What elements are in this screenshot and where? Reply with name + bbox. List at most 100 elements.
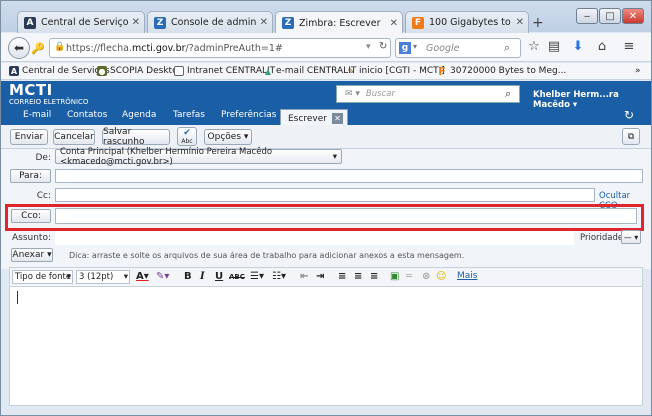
smiley-icon[interactable]: ☺ (436, 271, 446, 282)
indent-icon[interactable]: ⇥ (316, 271, 324, 282)
search-icon[interactable]: ⌕ (505, 87, 511, 101)
google-icon[interactable]: g (399, 42, 411, 54)
app-logo: MCTI (9, 81, 53, 99)
bookmark-label: e-mail CENTRALIT (276, 66, 357, 76)
font-family-select[interactable]: Tipo de fonte ▾ (12, 270, 73, 284)
italic-icon[interactable]: I (200, 271, 205, 282)
bookmark-intranet[interactable]: Intranet CENTRALIT (174, 66, 275, 76)
browser-tab-gigabytes[interactable]: F 100 Gigabytes to Mega... ✕ (405, 11, 529, 33)
chevron-down-icon: ▾ (66, 272, 71, 282)
align-left-icon[interactable]: ≡ (338, 271, 346, 282)
cancel-button[interactable]: Cancelar (53, 129, 95, 145)
close-window-button[interactable]: ✕ (622, 8, 644, 24)
to-field[interactable] (55, 169, 643, 183)
tab-escrever[interactable]: Escrever ✕ (280, 109, 348, 125)
cc-label[interactable]: Cc: (11, 191, 51, 201)
close-tab-icon[interactable]: ✕ (516, 17, 524, 28)
menu-icon[interactable]: ≡ (621, 39, 637, 54)
search-bar[interactable]: g ▾ Google ⌕ (395, 38, 521, 58)
star-icon[interactable]: ☆ (526, 39, 542, 54)
clipboard-icon[interactable]: ▤ (546, 39, 562, 54)
save-draft-button[interactable]: Salvar rascunho (102, 127, 170, 147)
tab-tarefas[interactable]: Tarefas (173, 110, 205, 120)
outdent-icon[interactable]: ⇤ (300, 271, 308, 282)
font-family-value: Tipo de fonte (15, 272, 72, 282)
tab-email[interactable]: E-mail (23, 110, 51, 120)
minimize-button[interactable]: ‒ (576, 8, 598, 24)
chevron-down-icon: ▾ (47, 250, 52, 260)
bold-icon[interactable]: B (184, 271, 192, 282)
text-color-icon[interactable]: A▾ (136, 271, 149, 282)
bookmark-inicio-cgti[interactable]: ✎ inicio [CGTI - MCTI] (346, 66, 445, 76)
bookmarks-overflow-icon[interactable]: » (635, 66, 641, 76)
numbered-list-icon[interactable]: ☷▾ (272, 271, 286, 282)
new-tab-button[interactable]: + (532, 15, 544, 31)
cc-field[interactable] (55, 188, 595, 202)
bookmark-central-servicos[interactable]: A Central de Serviços (9, 66, 110, 76)
search-icon[interactable]: ⌕ (504, 41, 510, 55)
insert-image-icon[interactable]: ▣ (390, 271, 399, 282)
highlight-icon[interactable]: ✎▾ (156, 271, 169, 282)
converter-icon: F (438, 64, 446, 78)
align-right-icon[interactable]: ≡ (370, 271, 378, 282)
tab-agenda[interactable]: Agenda (122, 110, 156, 120)
underline-icon[interactable]: U (215, 271, 223, 282)
mail-icon[interactable]: ✉ ▾ (345, 89, 360, 99)
more-link[interactable]: Mais (457, 271, 477, 281)
url-bar[interactable]: 🔒 https://flecha. mcti.gov.br/?adminPreAu… (49, 38, 391, 58)
link-icon[interactable]: ⊗ (422, 271, 430, 282)
tab-preferencias[interactable]: Preferências (221, 110, 276, 120)
browser-tab-zimbra-escrever[interactable]: Z Zimbra: Escrever ✕ (275, 11, 403, 34)
bcc-field[interactable] (55, 208, 637, 224)
tab-title: Zimbra: Escrever (299, 17, 381, 29)
tab-contatos[interactable]: Contatos (67, 110, 107, 120)
text-cursor (17, 291, 18, 304)
browser-tab-console-admin[interactable]: Z Console de administra... ✕ (147, 11, 273, 33)
chevron-down-icon: ▾ (243, 132, 249, 142)
close-tab-icon[interactable]: ✕ (260, 17, 268, 28)
app-search-input[interactable]: ✉ ▾ Buscar ⌕ (336, 85, 520, 103)
bookmark-bytes-converter[interactable]: F 30720000 Bytes to Meg... (437, 64, 566, 78)
send-button[interactable]: Enviar (10, 129, 48, 145)
download-icon[interactable]: ⬇ (570, 39, 586, 54)
key-icon[interactable]: 🔑 (31, 41, 45, 55)
browser-tab-central-servicos[interactable]: A Central de Serviços ✕ (17, 11, 145, 33)
maximize-button[interactable]: □ (599, 8, 621, 24)
reload-icon[interactable]: ↻ (379, 41, 387, 52)
bookmark-scopia[interactable]: ● SCOPIA Desktop (97, 66, 183, 76)
subject-field[interactable] (55, 231, 574, 245)
close-tab-icon[interactable]: ✕ (390, 18, 398, 29)
pencil-icon: ✎ (347, 66, 355, 76)
options-button[interactable]: Opções ▾ (204, 129, 252, 145)
home-icon[interactable]: ⌂ (594, 39, 610, 54)
dropdown-arrow-icon[interactable]: ▾ (413, 42, 417, 51)
options-label: Opções (207, 132, 242, 142)
close-icon[interactable]: ✕ (331, 113, 343, 124)
spellcheck-button[interactable]: ✔ Abc (177, 127, 197, 146)
message-body-editor[interactable] (9, 286, 643, 406)
priority-select[interactable]: — ▾ (621, 230, 641, 244)
from-select[interactable]: Conta Principal (Khelber Hermínio Pereir… (55, 147, 342, 167)
font-size-select[interactable]: 3 (12pt) ▾ (76, 270, 130, 284)
refresh-icon[interactable]: ↻ (624, 108, 634, 122)
detach-window-icon[interactable]: ⧉ (622, 128, 640, 145)
bullet-list-icon[interactable]: ☰▾ (250, 271, 264, 282)
url-prefix: https://flecha. (66, 42, 132, 54)
attach-button[interactable]: Anexar ▾ (11, 248, 53, 262)
dropdown-arrow-icon[interactable]: ▾ (366, 42, 371, 52)
strikethrough-icon[interactable]: ABC (229, 273, 245, 281)
align-center-icon[interactable]: ≡ (354, 271, 362, 282)
horizontal-rule-icon[interactable]: ═ (406, 271, 412, 282)
to-button[interactable]: Para: (10, 169, 51, 183)
bcc-button[interactable]: Cco: (11, 209, 51, 223)
close-tab-icon[interactable]: ✕ (132, 17, 140, 28)
user-menu[interactable]: Khelber Herm...ra Macêdo ▾ (533, 90, 651, 110)
tab-label: Escrever (288, 113, 327, 124)
bookmark-email-centralit[interactable]: ▲ e-mail CENTRALIT (263, 66, 356, 76)
back-arrow-icon[interactable]: ⬅ (8, 37, 30, 59)
check-icon: ✔ (183, 128, 191, 138)
chevron-down-icon: ▾ (332, 152, 337, 162)
spell-label: Abc (181, 138, 193, 145)
search-placeholder: Google (426, 42, 460, 54)
app-search-placeholder: Buscar (365, 89, 395, 99)
